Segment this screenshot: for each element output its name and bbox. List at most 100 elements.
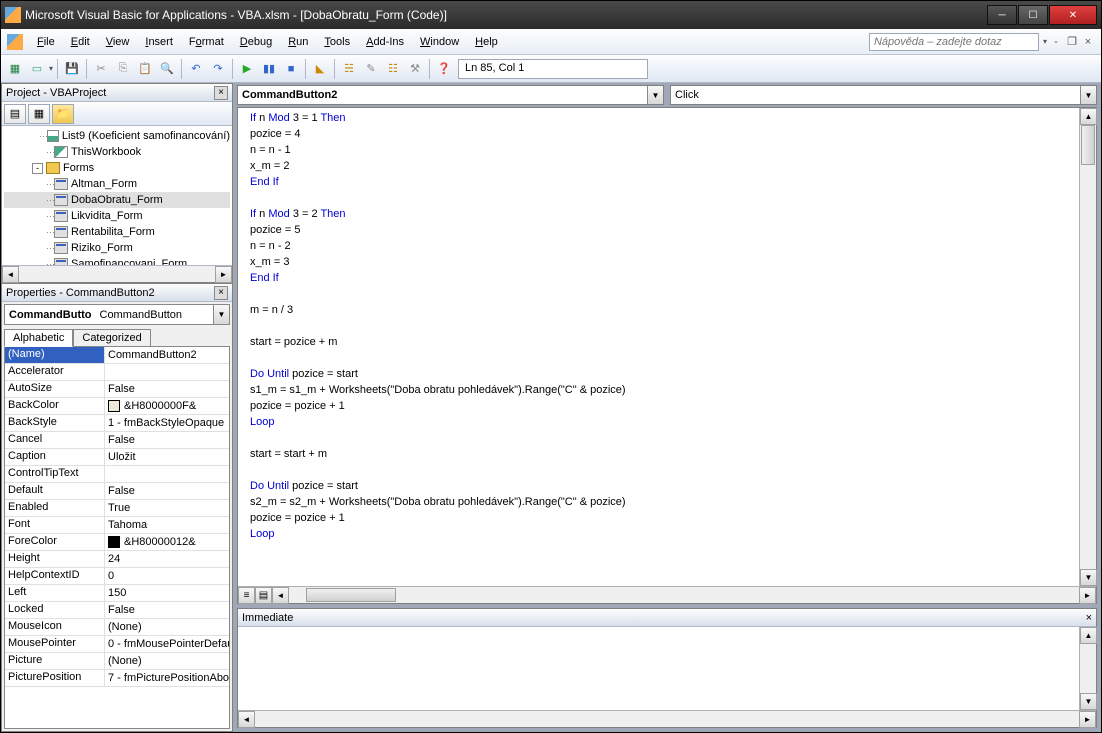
property-value[interactable]: 150 — [105, 585, 229, 601]
full-module-view-button[interactable]: ▤ — [255, 587, 272, 604]
property-row[interactable]: FontTahoma — [5, 517, 229, 534]
hscroll-track[interactable] — [19, 266, 215, 282]
property-value[interactable]: Tahoma — [105, 517, 229, 533]
project-panel-close-button[interactable]: × — [214, 86, 228, 100]
tab-categorized[interactable]: Categorized — [73, 329, 150, 347]
properties-panel-close-button[interactable]: × — [214, 286, 228, 300]
code-editor[interactable]: If n Mod 3 = 1 Then pozice = 4 n = n - 1… — [237, 107, 1097, 604]
code-vscroll[interactable]: ▲ ▼ — [1079, 108, 1096, 586]
cut-button[interactable]: ✂ — [91, 59, 111, 79]
view-excel-button[interactable]: ▦ — [5, 59, 25, 79]
menu-window[interactable]: Window — [412, 33, 467, 51]
property-row[interactable]: ControlTipText — [5, 466, 229, 483]
property-value[interactable]: 7 - fmPicturePositionAboveCenter — [105, 670, 229, 686]
tree-item[interactable]: -Forms — [4, 160, 230, 176]
immediate-vscroll[interactable]: ▲ ▼ — [1079, 627, 1096, 710]
vscroll-thumb[interactable] — [1081, 125, 1095, 165]
property-value[interactable] — [105, 466, 229, 482]
close-button[interactable]: ✕ — [1049, 5, 1097, 25]
property-row[interactable]: ForeColor&H80000012& — [5, 534, 229, 551]
immediate-vscroll-up[interactable]: ▲ — [1080, 627, 1097, 644]
project-explorer-button[interactable]: ☵ — [339, 59, 359, 79]
property-value[interactable]: False — [105, 602, 229, 618]
project-tree[interactable]: ⋯List9 (Koeficient samofinancování)⋯This… — [2, 126, 232, 265]
view-code-button[interactable]: ▤ — [4, 104, 26, 124]
property-value[interactable] — [105, 364, 229, 380]
immediate-hscroll[interactable]: ◄ ► — [238, 710, 1096, 727]
property-row[interactable]: BackStyle1 - fmBackStyleOpaque — [5, 415, 229, 432]
property-row[interactable]: DefaultFalse — [5, 483, 229, 500]
properties-object-combo[interactable]: CommandButto CommandButton ▼ — [4, 304, 230, 325]
property-value[interactable]: 24 — [105, 551, 229, 567]
tree-item[interactable]: ⋯Riziko_Form — [4, 240, 230, 256]
menu-debug[interactable]: Debug — [232, 33, 280, 51]
immediate-header[interactable]: Immediate × — [238, 609, 1096, 627]
code-hscroll-right-button[interactable]: ► — [1079, 587, 1096, 604]
property-value[interactable]: (None) — [105, 619, 229, 635]
save-button[interactable]: 💾 — [62, 59, 82, 79]
property-row[interactable]: Left150 — [5, 585, 229, 602]
property-row[interactable]: MousePointer0 - fmMousePointerDefault — [5, 636, 229, 653]
immediate-content[interactable]: ▲ ▼ ◄ ► — [238, 627, 1096, 727]
immediate-close-button[interactable]: × — [1086, 612, 1092, 624]
property-value[interactable]: 0 - fmMousePointerDefault — [105, 636, 229, 652]
tree-item[interactable]: ⋯ThisWorkbook — [4, 144, 230, 160]
copy-button[interactable]: ⎘ — [113, 59, 133, 79]
property-value[interactable]: &H80000012& — [105, 534, 229, 550]
design-mode-button[interactable]: ◣ — [310, 59, 330, 79]
mdi-minimize-button[interactable]: - — [1049, 35, 1063, 49]
menu-view[interactable]: View — [98, 33, 138, 51]
toolbox-button[interactable]: ⚒ — [405, 59, 425, 79]
object-combo-arrow-icon[interactable]: ▼ — [647, 86, 663, 104]
menu-run[interactable]: Run — [280, 33, 316, 51]
insert-dropdown-icon[interactable]: ▾ — [49, 64, 53, 73]
property-value[interactable]: 1 - fmBackStyleOpaque — [105, 415, 229, 431]
property-value[interactable]: True — [105, 500, 229, 516]
code-hscroll-thumb[interactable] — [306, 588, 396, 602]
menu-help[interactable]: Help — [467, 33, 506, 51]
vscroll-down-button[interactable]: ▼ — [1080, 569, 1097, 586]
tree-item[interactable]: ⋯Rentabilita_Form — [4, 224, 230, 240]
property-row[interactable]: (Name)CommandButton2 — [5, 347, 229, 364]
immediate-hscroll-track[interactable] — [255, 711, 1079, 727]
hscroll-left-button[interactable]: ◄ — [2, 266, 19, 283]
vscroll-up-button[interactable]: ▲ — [1080, 108, 1097, 125]
property-row[interactable]: Picture(None) — [5, 653, 229, 670]
code-hscroll-track[interactable] — [289, 587, 1079, 603]
property-value[interactable]: &H8000000F& — [105, 398, 229, 414]
undo-button[interactable]: ↶ — [186, 59, 206, 79]
property-value[interactable]: False — [105, 432, 229, 448]
break-button[interactable]: ▮▮ — [259, 59, 279, 79]
menu-addins[interactable]: Add-Ins — [358, 33, 412, 51]
properties-panel-header[interactable]: Properties - CommandButton2 × — [2, 284, 232, 302]
help-button[interactable]: ❓ — [434, 59, 454, 79]
find-button[interactable]: 🔍 — [157, 59, 177, 79]
paste-button[interactable]: 📋 — [135, 59, 155, 79]
help-dropdown-icon[interactable]: ▾ — [1043, 37, 1047, 46]
procedure-combo-arrow-icon[interactable]: ▼ — [1080, 86, 1096, 104]
maximize-button[interactable]: ☐ — [1018, 5, 1048, 25]
code-content[interactable]: If n Mod 3 = 1 Then pozice = 4 n = n - 1… — [238, 108, 1096, 586]
code-hscroll-left-button[interactable]: ◄ — [272, 587, 289, 604]
mdi-close-button[interactable]: × — [1081, 35, 1095, 49]
menu-insert[interactable]: Insert — [137, 33, 181, 51]
property-value[interactable]: Uložit — [105, 449, 229, 465]
insert-button[interactable]: ▭ — [27, 59, 47, 79]
view-object-button[interactable]: ▦ — [28, 104, 50, 124]
immediate-vscroll-down[interactable]: ▼ — [1080, 693, 1097, 710]
procedure-combo[interactable]: Click ▼ — [670, 85, 1097, 105]
tree-item[interactable]: ⋯Likvidita_Form — [4, 208, 230, 224]
property-row[interactable]: BackColor&H8000000F& — [5, 398, 229, 415]
excel-icon[interactable] — [7, 34, 23, 50]
combo-arrow-icon[interactable]: ▼ — [213, 305, 229, 324]
tree-item[interactable]: ⋯Samofinancovani_Form — [4, 256, 230, 265]
property-value[interactable]: False — [105, 381, 229, 397]
toggle-folders-button[interactable]: 📁 — [52, 104, 74, 124]
property-row[interactable]: Height24 — [5, 551, 229, 568]
tree-item[interactable]: ⋯Altman_Form — [4, 176, 230, 192]
property-row[interactable]: AutoSizeFalse — [5, 381, 229, 398]
property-value[interactable]: CommandButton2 — [105, 347, 229, 363]
property-row[interactable]: CaptionUložit — [5, 449, 229, 466]
titlebar[interactable]: Microsoft Visual Basic for Applications … — [1, 1, 1101, 29]
project-panel-header[interactable]: Project - VBAProject × — [2, 84, 232, 102]
